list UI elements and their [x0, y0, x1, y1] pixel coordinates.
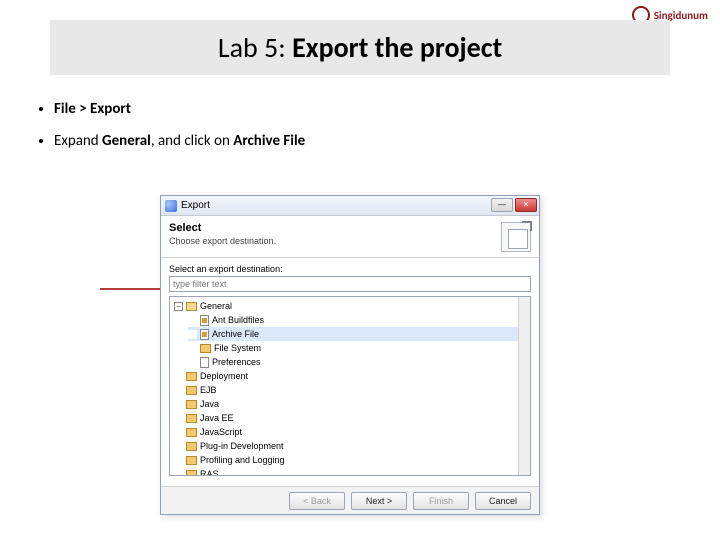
tree-spacer	[174, 400, 183, 409]
tree-node-label: RAS	[200, 467, 219, 476]
dialog-titlebar: Export — ✕	[161, 196, 539, 216]
folder-open-icon	[186, 302, 197, 311]
tree-spacer	[174, 414, 183, 423]
tree-node[interactable]: EJB	[174, 383, 526, 397]
back-button[interactable]: < Back	[289, 492, 345, 510]
dialog-header-title: Select	[169, 222, 531, 234]
bullet-text: File > Export	[54, 100, 131, 118]
tree-spacer	[174, 428, 183, 437]
tree-node[interactable]: − General	[174, 299, 526, 313]
cancel-button[interactable]: Cancel	[475, 492, 531, 510]
tree-spacer	[174, 456, 183, 465]
tree-node[interactable]: Preferences	[188, 355, 526, 369]
tree-node-label: EJB	[200, 383, 217, 397]
dialog-header: Select Choose export destination.	[161, 216, 539, 258]
folder-icon	[186, 400, 197, 409]
export-icon	[501, 222, 531, 252]
tree-node[interactable]: Archive File	[188, 327, 526, 341]
collapse-icon[interactable]: −	[174, 302, 183, 311]
folder-icon	[186, 442, 197, 451]
tree-node[interactable]: Plug-in Development	[174, 439, 526, 453]
tree-node-label: Java	[200, 397, 219, 411]
tree-spacer	[174, 372, 183, 381]
tree-node[interactable]: Java EE	[174, 411, 526, 425]
tree-node-label: Preferences	[212, 355, 261, 369]
tree-node[interactable]: Deployment	[174, 369, 526, 383]
tree-node-label: General	[200, 299, 232, 313]
app-icon	[165, 200, 177, 212]
tree-node-label: File System	[214, 341, 261, 355]
tree-spacer	[174, 442, 183, 451]
folder-icon	[186, 428, 197, 437]
tree-node-label: JavaScript	[200, 425, 242, 439]
bullet-text: Expand General, and click on Archive Fil…	[54, 132, 305, 150]
slide-title-prefix: Lab 5:	[218, 30, 292, 65]
export-dialog: Export — ✕ Select Choose export destinat…	[160, 195, 540, 515]
tree-node-label: Ant Buildfiles	[212, 313, 264, 327]
tree-node[interactable]: Java	[174, 397, 526, 411]
folder-icon	[186, 372, 197, 381]
slide-title: Lab 5: Export the project	[50, 20, 670, 75]
finish-button[interactable]: Finish	[413, 492, 469, 510]
tree-node-label: Profiling and Logging	[200, 453, 285, 467]
folder-icon	[186, 456, 197, 465]
bullet-list: File > Export Expand General, and click …	[34, 100, 305, 164]
destination-tree[interactable]: − GeneralAnt BuildfilesArchive FileFile S…	[169, 296, 531, 476]
slide-title-bold: Export the project	[292, 30, 502, 65]
folder-icon	[186, 414, 197, 423]
folder-icon	[186, 470, 197, 477]
next-button[interactable]: Next >	[351, 492, 407, 510]
tree-node-label: Java EE	[200, 411, 234, 425]
tree-spacer	[188, 358, 197, 367]
scrollbar[interactable]	[518, 297, 530, 475]
file-icon	[200, 315, 209, 326]
tree-node[interactable]: RAS	[174, 467, 526, 476]
tree-spacer	[188, 344, 197, 353]
file-icon	[200, 357, 209, 368]
tree-node-label: Deployment	[200, 369, 248, 383]
tree-node[interactable]: Ant Buildfiles	[188, 313, 526, 327]
close-button[interactable]: ✕	[515, 198, 537, 212]
dialog-header-subtitle: Choose export destination.	[169, 236, 531, 246]
tree-node[interactable]: Profiling and Logging	[174, 453, 526, 467]
folder-icon	[200, 344, 211, 353]
bullet-item: Expand General, and click on Archive Fil…	[54, 132, 305, 150]
minimize-button[interactable]: —	[491, 198, 513, 212]
filter-input[interactable]	[169, 276, 531, 292]
tree-node[interactable]: JavaScript	[174, 425, 526, 439]
tree-spacer	[174, 386, 183, 395]
tree-spacer	[188, 330, 197, 339]
dialog-footer: < Back Next > Finish Cancel	[161, 486, 539, 514]
folder-icon	[186, 386, 197, 395]
bullet-item: File > Export	[54, 100, 305, 118]
tree-spacer	[174, 470, 183, 477]
tree-node-label: Archive File	[212, 327, 259, 341]
file-icon	[200, 329, 209, 340]
tree-node[interactable]: File System	[188, 341, 526, 355]
tree-spacer	[188, 316, 197, 325]
dialog-window-title: Export	[181, 200, 210, 211]
filter-label: Select an export destination:	[169, 264, 531, 274]
tree-node-label: Plug-in Development	[200, 439, 284, 453]
